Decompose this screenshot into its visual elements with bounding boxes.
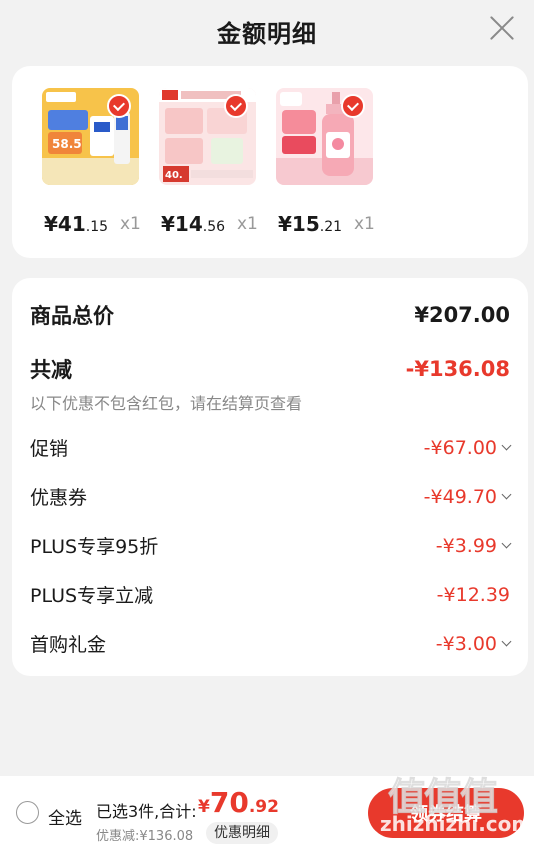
svg-text:40.: 40.: [165, 170, 183, 181]
chevron-down-icon: [501, 489, 512, 500]
svg-text:58.5: 58.5: [52, 137, 82, 151]
close-icon[interactable]: [488, 14, 516, 42]
discount-row-plus-95[interactable]: PLUS专享95折 -¥3.99: [30, 532, 512, 559]
header: 金额明细: [0, 0, 534, 62]
discount-value: -¥3.99: [436, 535, 512, 557]
discount-row-plus-instant: PLUS专享立减 -¥12.39: [30, 581, 510, 608]
discount-value: -¥12.39: [436, 583, 510, 606]
discount-value: -¥3.00: [436, 633, 512, 655]
total-price-value: ¥207.00: [414, 303, 510, 327]
select-all-radio[interactable]: [16, 801, 39, 824]
chevron-down-icon: [501, 636, 512, 647]
chevron-down-icon: [501, 538, 512, 549]
total-amount: ¥70.92: [198, 786, 279, 819]
product-gift-box-image: 58.5: [42, 88, 139, 185]
checkout-bar: 全选 已选3件,合计: ¥70.92 优惠减:¥136.08 优惠明细 领券结算: [0, 776, 534, 849]
total-reduce-label: 共减: [30, 358, 72, 382]
product-quantity: x1: [354, 214, 375, 234]
discount-label: 促销: [30, 438, 69, 460]
discount-label: PLUS专享立减: [30, 585, 154, 607]
discount-value: -¥49.70: [424, 486, 512, 508]
selected-count-text: 已选3件,合计:: [96, 802, 197, 821]
total-reduce-value: -¥136.08: [405, 357, 510, 381]
select-all-label[interactable]: 全选: [48, 804, 82, 829]
discount-label: 首购礼金: [30, 634, 107, 656]
checkout-button[interactable]: 领券结算: [368, 788, 524, 838]
product-pink-bottle-image: [276, 88, 373, 185]
product-price: ¥41.15: [44, 212, 109, 236]
product-list-card: 58.5 ¥41.15 x1 40. ¥14.56 x1 ¥15.21 x1: [12, 66, 528, 258]
discount-detail-button[interactable]: 优惠明细: [206, 822, 278, 844]
discount-row-promotion[interactable]: 促销 -¥67.00: [30, 434, 512, 461]
page-title: 金额明细: [217, 19, 317, 48]
price-summary-card: 商品总价 ¥207.00 共减 -¥136.08 以下优惠不包含红包，请在结算页…: [12, 278, 528, 676]
product-price: ¥14.56: [161, 212, 226, 236]
product-quantity: x1: [237, 214, 258, 234]
product-quantity: x1: [120, 214, 141, 234]
selected-check-icon: [341, 94, 365, 118]
discount-value: -¥67.00: [424, 437, 512, 459]
chevron-down-icon: [501, 440, 512, 451]
product-laundry-pods-image: 40.: [159, 88, 256, 185]
discount-row-coupon[interactable]: 优惠券 -¥49.70: [30, 483, 512, 510]
discount-label: 优惠券: [30, 487, 88, 509]
total-price-row: 商品总价 ¥207.00: [30, 300, 510, 330]
total-reduce-row: 共减 -¥136.08: [30, 354, 510, 384]
product-price: ¥15.21: [278, 212, 343, 236]
discount-amount-text: 优惠减:¥136.08: [96, 829, 194, 844]
discount-label: PLUS专享95折: [30, 536, 159, 558]
discount-row-first-purchase[interactable]: 首购礼金 -¥3.00: [30, 630, 512, 657]
discount-note: 以下优惠不包含红包，请在结算页查看: [30, 394, 303, 413]
selected-check-icon: [224, 94, 248, 118]
total-price-label: 商品总价: [30, 304, 114, 328]
selected-check-icon: [107, 94, 131, 118]
